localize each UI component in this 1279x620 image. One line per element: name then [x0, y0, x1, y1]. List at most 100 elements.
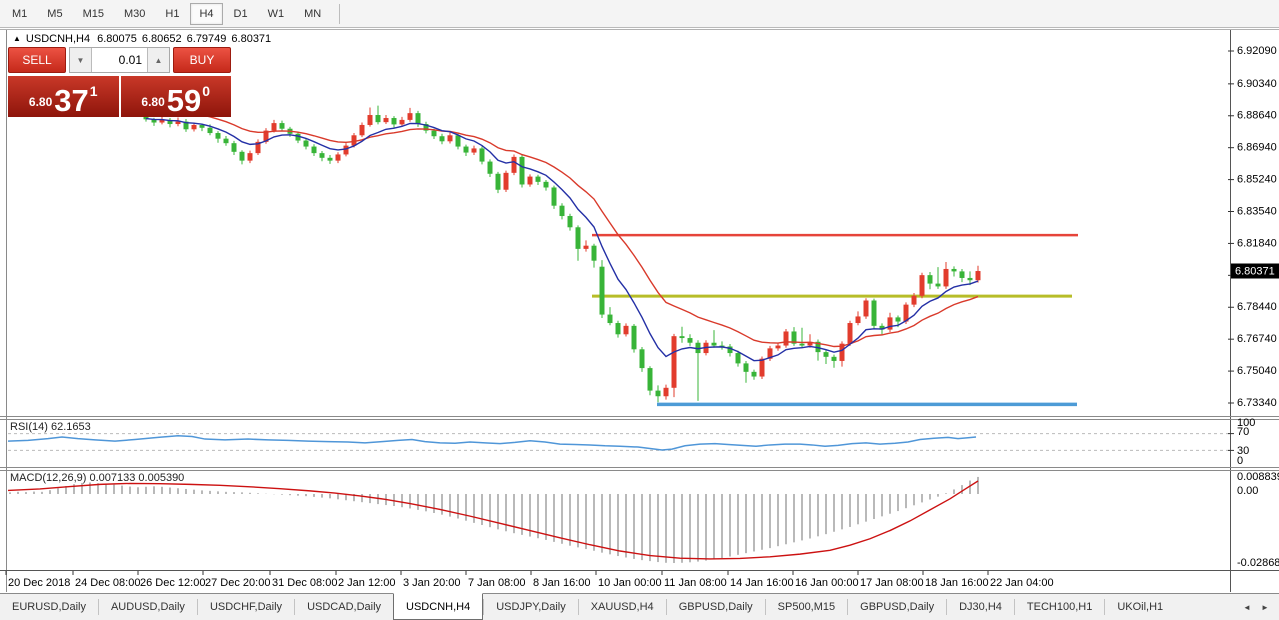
- candle: [280, 121, 285, 132]
- axis-label: 6.76740: [1237, 333, 1277, 345]
- tab-USDCHF-Daily[interactable]: USDCHF,Daily: [198, 594, 294, 620]
- candle: [560, 203, 565, 219]
- candle: [440, 134, 445, 145]
- candle: [944, 262, 949, 289]
- axis-label: 27 Dec 20:00: [205, 577, 270, 589]
- buy-quote[interactable]: 6.80 59 0: [121, 76, 232, 117]
- trade-panel-controls: SELL ▼ 0.01 ▲ BUY: [8, 47, 231, 73]
- candle: [928, 272, 933, 289]
- candle: [824, 350, 829, 364]
- candle: [680, 327, 685, 343]
- price-axis[interactable]: 6.920906.903406.886406.869406.852406.835…: [8, 45, 1279, 589]
- triangle-up-icon: ▲: [155, 56, 163, 65]
- candle: [240, 150, 245, 164]
- candle: [464, 145, 469, 156]
- tab-DJ30-H4[interactable]: DJ30,H4: [947, 594, 1014, 620]
- axis-label: 6.75040: [1237, 365, 1277, 377]
- candlesticks: [144, 106, 981, 403]
- candle: [672, 334, 677, 397]
- tab-UKOil-H1[interactable]: UKOil,H1: [1105, 594, 1175, 620]
- candle: [664, 385, 669, 400]
- candle: [568, 214, 573, 231]
- candle: [448, 132, 453, 143]
- candle: [384, 115, 389, 124]
- rsi-pane: [8, 434, 1230, 451]
- rsi-label: RSI(14) 62.1653: [10, 421, 91, 433]
- candle: [376, 106, 381, 125]
- tab-XAUUSD-H4[interactable]: XAUUSD,H4: [579, 594, 666, 620]
- candle: [792, 327, 797, 346]
- axis-label: 14 Jan 16:00: [730, 577, 794, 589]
- candle: [600, 260, 605, 318]
- sell-quote[interactable]: 6.80 37 1: [8, 76, 119, 117]
- candle: [368, 108, 373, 127]
- ohlc-open: 6.80075: [97, 33, 137, 45]
- axis-label: 22 Jan 04:00: [990, 577, 1054, 589]
- collapse-triangle-icon[interactable]: ▲: [13, 35, 21, 43]
- time-axis[interactable]: [6, 571, 988, 575]
- tab-AUDUSD-Daily[interactable]: AUDUSD,Daily: [99, 594, 197, 620]
- tab-USDCNH-H4[interactable]: USDCNH,H4: [393, 593, 483, 620]
- candle: [712, 330, 717, 348]
- candle: [544, 180, 549, 191]
- trading-app-window: M1M5M15M30H1H4D1W1MN 6.920906.903406.886…: [0, 0, 1279, 620]
- candle: [520, 155, 525, 187]
- candle: [616, 321, 621, 338]
- candle: [648, 366, 653, 395]
- macd-name: MACD(12,26,9): [10, 472, 86, 484]
- candle: [864, 298, 869, 319]
- candle: [872, 299, 877, 329]
- tab-GBPUSD-Daily[interactable]: GBPUSD,Daily: [667, 594, 765, 620]
- axis-label: 6.92090: [1237, 45, 1277, 57]
- chart-title: ▲ USDCNH,H4 6.80075 6.80652 6.79749 6.80…: [13, 33, 271, 45]
- axis-label: 70: [1237, 426, 1249, 438]
- volume-decrease-button[interactable]: ▼: [70, 48, 92, 72]
- macd-label: MACD(12,26,9) 0.007133 0.005390: [10, 472, 184, 484]
- candle: [832, 355, 837, 368]
- axis-label: 18 Jan 16:00: [925, 577, 989, 589]
- axis-label: 0.008839: [1237, 471, 1279, 483]
- ma-slow-line: [146, 103, 978, 346]
- volume-increase-button[interactable]: ▲: [147, 48, 169, 72]
- tab-GBPUSD-Daily[interactable]: GBPUSD,Daily: [848, 594, 946, 620]
- tab-USDJPY-Daily[interactable]: USDJPY,Daily: [484, 594, 578, 620]
- tab-SP500-M15[interactable]: SP500,M15: [766, 594, 847, 620]
- candle: [296, 132, 301, 144]
- axis-label: 6.88640: [1237, 110, 1277, 122]
- ohlc-high: 6.80652: [142, 33, 182, 45]
- sell-button[interactable]: SELL: [8, 47, 66, 73]
- axis-label: 8 Jan 16:00: [533, 577, 591, 589]
- candle: [688, 334, 693, 346]
- buy-price-prefix: 6.80: [141, 95, 164, 109]
- tab-TECH100-H1[interactable]: TECH100,H1: [1015, 594, 1104, 620]
- candle: [360, 123, 365, 138]
- tabs-scroll-right-button[interactable]: ►: [1257, 599, 1273, 615]
- axis-label: 6.90340: [1237, 78, 1277, 90]
- candle: [976, 266, 981, 283]
- candle: [328, 155, 333, 164]
- candle: [576, 225, 581, 260]
- axis-label: 0: [1237, 455, 1243, 467]
- candle: [224, 136, 229, 146]
- rsi-line: [8, 436, 976, 450]
- axis-label: 24 Dec 08:00: [75, 577, 140, 589]
- candle: [256, 139, 261, 155]
- horizontal-lines[interactable]: [592, 235, 1078, 404]
- candle: [720, 341, 725, 349]
- candle: [752, 370, 757, 380]
- buy-button[interactable]: BUY: [173, 47, 231, 73]
- tab-USDCAD-Daily[interactable]: USDCAD,Daily: [295, 594, 393, 620]
- candle: [216, 131, 221, 143]
- volume-field[interactable]: 0.01: [92, 48, 147, 72]
- chart-symbol: USDCNH,H4: [26, 33, 90, 45]
- candle: [608, 307, 613, 325]
- tab-EURUSD-Daily[interactable]: EURUSD,Daily: [0, 594, 98, 620]
- candle: [960, 269, 965, 282]
- tabs-scroll-left-button[interactable]: ◄: [1239, 599, 1255, 615]
- candle: [232, 141, 237, 155]
- moving-averages: [146, 103, 978, 360]
- axis-label: 3 Jan 20:00: [403, 577, 461, 589]
- candle: [496, 172, 501, 193]
- candle: [552, 186, 557, 209]
- candle: [536, 175, 541, 185]
